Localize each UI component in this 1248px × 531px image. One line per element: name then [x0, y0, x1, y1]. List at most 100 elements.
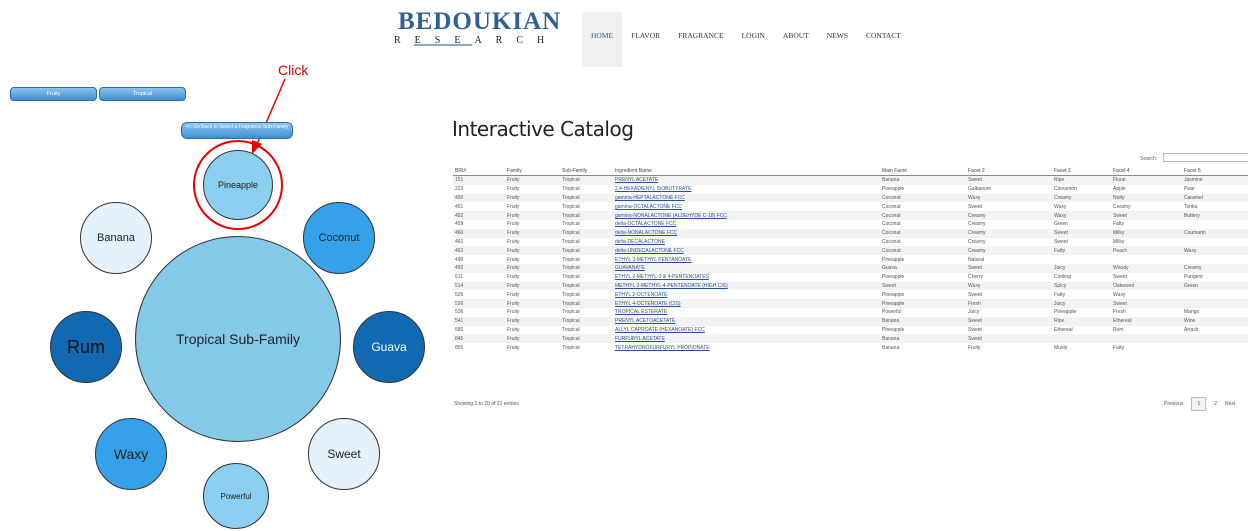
- table-cell: Woody: [1111, 263, 1182, 273]
- subfamily-filter-button[interactable]: Tropical: [99, 87, 186, 101]
- bubble-banana[interactable]: Banana: [80, 202, 152, 274]
- ingredient-link[interactable]: ETHYL 3-METHYL PENTANOATE: [613, 255, 880, 264]
- table-row: 855 Fruity Tropical TETRAHYDROFURFURYL PROP…: [453, 343, 1248, 352]
- nav-about[interactable]: ABOUT: [774, 12, 818, 67]
- table-cell: Tropical: [562, 186, 580, 193]
- ingredient-link[interactable]: METHYL 2-METHYL-4-PENTENOATE (HIGH CIS): [613, 281, 880, 291]
- go-back-button[interactable]: << Go Back to Select a Fragrance Sub-Fam…: [181, 122, 293, 139]
- ingredient-link[interactable]: ALLYL CAPROATE (HEXANOATE) FCC: [613, 326, 880, 335]
- table-cell: Banana: [880, 334, 966, 344]
- pager-previous[interactable]: Previous: [1164, 401, 1183, 407]
- nav-home[interactable]: HOME: [582, 12, 623, 67]
- table-cell: Sweet: [968, 291, 982, 298]
- column-header-bri[interactable]: BRI#: [453, 166, 505, 176]
- bubble-coconut[interactable]: Coconut: [303, 202, 375, 274]
- bedoukian-logo[interactable]: BEDOUKIAN RESEARCH: [394, 8, 564, 48]
- column-header-facet-3[interactable]: Facet 3: [1052, 166, 1111, 176]
- ingredient-link[interactable]: delta-NONALACTONE FCC: [613, 228, 880, 238]
- table-row: 525 Fruity Tropical ETHYL 2-OCTENOATE Pineap…: [453, 290, 1248, 299]
- table-cell: [1182, 299, 1248, 308]
- ingredient-link[interactable]: FURFURYL ACETATE: [613, 334, 880, 344]
- table-cell: 459: [455, 221, 464, 228]
- table-cell: 536: [455, 309, 464, 316]
- table-cell: [1111, 334, 1182, 344]
- table-cell: Fresh: [1113, 309, 1126, 316]
- ingredient-link[interactable]: ETHYL 2-OCTENOATE: [613, 290, 880, 299]
- ingredient-link[interactable]: ETHYL 2-METHYL-3 & 4-PENTENOATES: [613, 273, 880, 282]
- bubble-tropical-subfamily: Tropical Sub-Family: [135, 236, 341, 442]
- table-cell: Fruity: [507, 274, 520, 281]
- table-row: 493 Fruity Tropical GUAVANATE Guava Sweet Juic…: [453, 263, 1248, 273]
- table-cell: Galbanum: [968, 186, 992, 193]
- table-cell: Cherry: [968, 274, 984, 281]
- bubble-rum[interactable]: Rum: [50, 311, 122, 383]
- table-cell: Fatty: [1054, 291, 1066, 298]
- column-header-main-facet[interactable]: Main Facet: [880, 166, 966, 176]
- table-cell: Waxy: [1113, 291, 1126, 298]
- family-filter-button[interactable]: Fruity: [10, 87, 97, 101]
- nav-news[interactable]: NEWS: [818, 12, 857, 67]
- table-cell: Juicy: [1052, 263, 1111, 273]
- ingredient-link[interactable]: 2,4-HEXADIENYL ISOBUTYRATE: [613, 185, 880, 194]
- column-header-facet-4[interactable]: Facet 4: [1111, 166, 1182, 176]
- search-input[interactable]: [1163, 153, 1248, 162]
- table-cell: Powerful: [882, 309, 902, 316]
- ingredient-link[interactable]: delta-OCTALACTONE FCC: [613, 220, 880, 229]
- ingredient-link[interactable]: TROPICAL ESTERATE: [613, 308, 880, 317]
- table-cell: Tropical: [560, 193, 613, 203]
- table-cell: [1182, 290, 1248, 299]
- nav-fragrance[interactable]: FRAGRANCE: [669, 12, 732, 67]
- table-cell: Pear: [1184, 186, 1195, 193]
- ingredient-link[interactable]: gamma-NONALACTONE (ALDEHYDE C-18) FCC: [613, 211, 880, 220]
- ingredient-link[interactable]: delta-DECALACTONE: [613, 238, 880, 247]
- nav-flavor[interactable]: FLAVOR: [622, 12, 669, 67]
- ingredient-link[interactable]: PRENYL ACETOACETATE: [613, 316, 880, 326]
- table-cell: Tropical: [560, 316, 613, 326]
- table-cell: 845: [453, 334, 505, 344]
- bubble-waxy[interactable]: Waxy: [95, 418, 167, 490]
- ingredient-link[interactable]: PRENYL ACETATE: [613, 175, 880, 185]
- table-cell: Fatty: [1052, 246, 1111, 256]
- nav-login[interactable]: LOGIN: [733, 12, 774, 67]
- pager-page-2[interactable]: 2: [1214, 401, 1217, 407]
- table-cell: Fruity: [505, 316, 560, 326]
- ingredient-link[interactable]: ETHYL 4-OCTENOATE (CIS): [613, 299, 880, 308]
- ingredient-link[interactable]: delta-UNDECALACTONE FCC: [613, 246, 880, 256]
- table-cell: [1111, 255, 1182, 264]
- nav-contact[interactable]: CONTACT: [857, 12, 910, 67]
- column-header-subfamily[interactable]: Sub-Family: [560, 166, 613, 176]
- ingredient-link[interactable]: TETRAHYDROFURFURYL PROPIONATE: [613, 343, 880, 352]
- table-cell: 855: [455, 344, 464, 351]
- table-cell: Waxy: [1054, 203, 1067, 210]
- pager-next[interactable]: Next: [1225, 401, 1235, 407]
- bubble-guava[interactable]: Guava: [353, 311, 425, 383]
- ingredient-link[interactable]: gamma-OCTALACTONE FCC: [613, 202, 880, 211]
- table-cell: Tropical: [562, 238, 580, 245]
- table-cell: Tropical: [562, 291, 580, 298]
- table-cell: Fruity: [507, 326, 520, 333]
- bubble-pineapple[interactable]: Pineapple: [203, 150, 273, 220]
- table-cell: Tropical: [560, 263, 613, 273]
- bubble-powerful[interactable]: Powerful: [203, 463, 269, 529]
- catalog-title: Interactive Catalog: [452, 117, 634, 141]
- table-cell: Fruity: [505, 334, 560, 344]
- column-header-facet-5[interactable]: Facet 5: [1182, 166, 1248, 176]
- pager-page-1[interactable]: 1: [1191, 397, 1207, 411]
- column-header-ingredient[interactable]: Ingredient Name: [613, 166, 880, 176]
- column-header-facet-2[interactable]: Facet 2: [966, 166, 1052, 176]
- table-cell: Tropical: [562, 256, 580, 263]
- table-cell: [1182, 238, 1248, 247]
- ingredient-link[interactable]: gamma-HEPTALACTONE FCC: [613, 193, 880, 203]
- bubble-sweet[interactable]: Sweet: [308, 418, 380, 490]
- table-cell: Sweet: [1111, 211, 1182, 220]
- table-cell: Oakwood: [1111, 281, 1182, 291]
- table-cell: Waxy: [966, 281, 1052, 291]
- table-cell: Juicy: [1052, 299, 1111, 308]
- column-header-family[interactable]: Family: [505, 166, 560, 176]
- table-cell: Fruity: [505, 211, 560, 220]
- table-cell: Arrack: [1184, 326, 1199, 333]
- table-cell: Waxy: [1182, 246, 1248, 256]
- ingredient-link[interactable]: GUAVANATE: [613, 263, 880, 273]
- table-cell: 461: [455, 238, 464, 245]
- table-cell: 151: [453, 175, 505, 185]
